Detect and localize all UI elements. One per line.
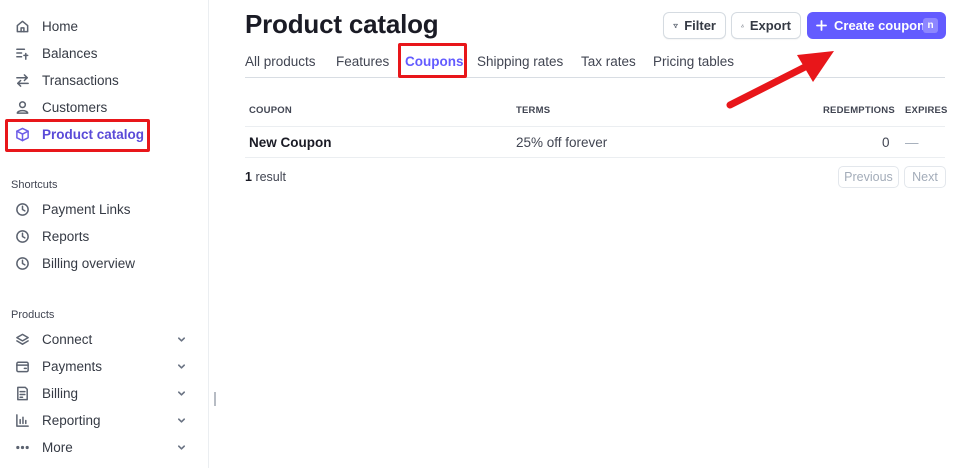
sidebar-item-label: Product catalog xyxy=(42,126,145,142)
products-section-label: Products xyxy=(11,309,55,321)
keyboard-shortcut-badge: n xyxy=(923,18,938,33)
sidebar-resize-handle[interactable] xyxy=(214,392,216,406)
home-icon xyxy=(14,18,30,34)
chart-icon xyxy=(14,412,30,428)
sidebar-item-label: Reporting xyxy=(42,412,101,428)
sidebar-item-label: Connect xyxy=(42,331,93,347)
sidebar-item-label: Customers xyxy=(42,99,108,115)
result-count-label: result xyxy=(255,170,287,184)
create-coupon-label: Create coupon xyxy=(834,18,926,33)
chevron-down-icon[interactable] xyxy=(176,388,186,398)
sidebar-item-more[interactable]: More xyxy=(10,435,190,459)
sidebar-item-label: Home xyxy=(42,18,79,34)
sidebar-item-label: More xyxy=(42,439,73,455)
sidebar-item-customers[interactable]: Customers xyxy=(10,95,107,119)
sidebar-item-label: Reports xyxy=(42,228,90,244)
shortcuts-section-label: Shortcuts xyxy=(11,179,58,191)
tab-shipping-rates[interactable]: Shipping rates xyxy=(477,54,563,69)
clock-icon xyxy=(14,201,30,217)
sidebar-item-payments[interactable]: Payments xyxy=(10,354,190,378)
clock-icon xyxy=(14,228,30,244)
cube-icon xyxy=(14,126,30,142)
sidebar-item-label: Billing overview xyxy=(42,255,136,271)
chevron-down-icon[interactable] xyxy=(176,415,186,425)
sidebar-item-billing-overview[interactable]: Billing overview xyxy=(10,251,135,275)
result-count: 1 result xyxy=(245,170,286,184)
column-header-coupon[interactable]: COUPON xyxy=(249,105,292,116)
column-header-expires[interactable]: EXPIRES xyxy=(905,105,948,116)
sidebar-item-label: Payments xyxy=(42,358,103,374)
export-icon xyxy=(741,24,744,27)
column-header-terms[interactable]: TERMS xyxy=(516,105,550,116)
chevron-down-icon[interactable] xyxy=(176,361,186,371)
previous-page-button[interactable]: Previous xyxy=(838,166,899,188)
export-button[interactable]: Export xyxy=(731,12,801,39)
tab-pricing-tables[interactable]: Pricing tables xyxy=(653,54,734,69)
column-header-redemptions[interactable]: REDEMPTIONS xyxy=(823,105,895,116)
expires-cell: — xyxy=(905,135,919,150)
sidebar-item-connect[interactable]: Connect xyxy=(10,327,190,351)
tab-features[interactable]: Features xyxy=(336,54,389,69)
transactions-icon xyxy=(14,72,30,88)
coupon-name-cell[interactable]: New Coupon xyxy=(249,135,332,150)
plus-icon xyxy=(816,20,827,31)
export-button-label: Export xyxy=(749,18,791,33)
filter-icon xyxy=(673,23,678,28)
divider xyxy=(245,126,945,127)
create-coupon-button[interactable]: Create coupon n xyxy=(807,12,946,39)
divider xyxy=(245,157,945,158)
sidebar: Home Balances Transactions Customers Pro… xyxy=(0,0,209,468)
layers-icon xyxy=(14,331,30,347)
wallet-icon xyxy=(14,358,30,374)
sidebar-item-label: Payment Links xyxy=(42,201,131,217)
chevron-down-icon[interactable] xyxy=(176,442,186,452)
sidebar-item-label: Billing xyxy=(42,385,79,401)
next-page-button[interactable]: Next xyxy=(904,166,946,188)
sidebar-item-billing[interactable]: Billing xyxy=(10,381,190,405)
tab-all-products[interactable]: All products xyxy=(245,54,316,69)
tab-tax-rates[interactable]: Tax rates xyxy=(581,54,636,69)
sidebar-item-balances[interactable]: Balances xyxy=(10,41,98,65)
tab-bar: All products Features Coupons Shipping r… xyxy=(245,52,945,78)
filter-button-label: Filter xyxy=(684,18,716,33)
page-title: Product catalog xyxy=(245,9,439,39)
chevron-down-icon[interactable] xyxy=(176,334,186,344)
sidebar-item-reports[interactable]: Reports xyxy=(10,224,89,248)
sidebar-item-transactions[interactable]: Transactions xyxy=(10,68,119,92)
balances-icon xyxy=(14,45,30,61)
sidebar-item-label: Balances xyxy=(42,45,98,61)
billing-icon xyxy=(14,385,30,401)
sidebar-item-product-catalog[interactable]: Product catalog xyxy=(10,122,144,146)
sidebar-item-reporting[interactable]: Reporting xyxy=(10,408,190,432)
sidebar-item-label: Transactions xyxy=(42,72,119,88)
clock-icon xyxy=(14,255,30,271)
redemptions-cell: 0 xyxy=(882,135,890,150)
sidebar-item-payment-links[interactable]: Payment Links xyxy=(10,197,131,221)
tab-coupons[interactable]: Coupons xyxy=(405,54,464,69)
customers-icon xyxy=(14,99,30,115)
more-icon xyxy=(14,439,30,455)
sidebar-item-home[interactable]: Home xyxy=(10,14,78,38)
result-count-number: 1 xyxy=(245,170,252,184)
terms-cell: 25% off forever xyxy=(516,135,608,150)
filter-button[interactable]: Filter xyxy=(663,12,726,39)
